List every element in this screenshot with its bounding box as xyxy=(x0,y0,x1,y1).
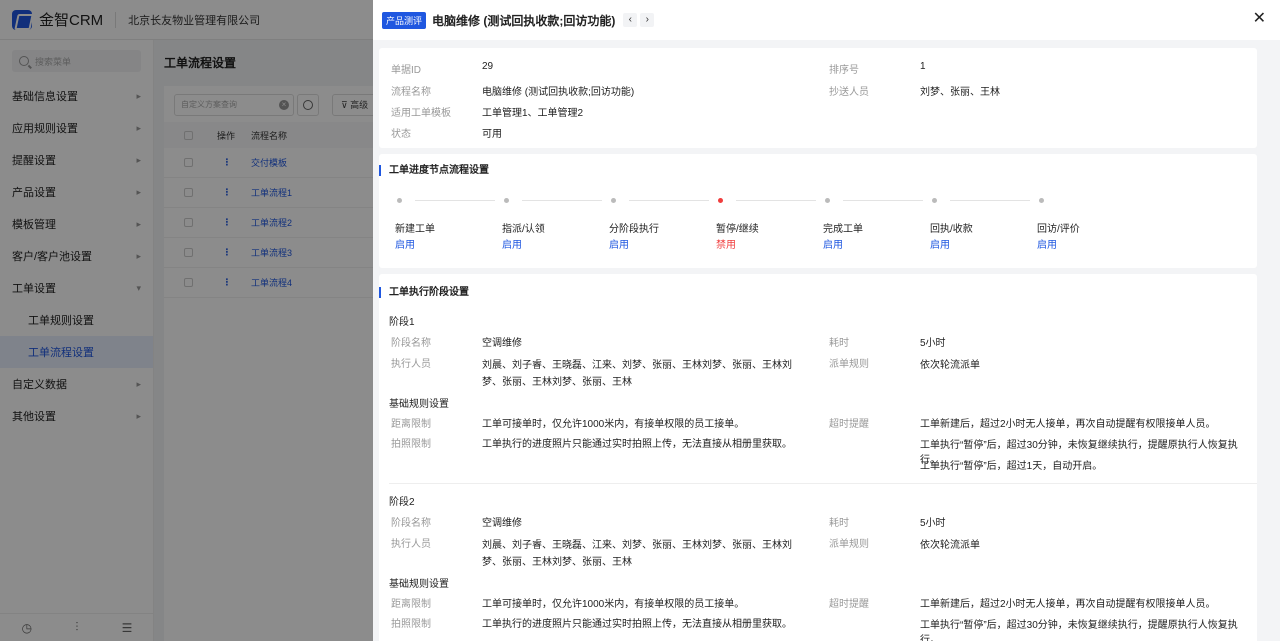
duration-label: 耗时 xyxy=(829,338,849,349)
category-tag: 产品测评 xyxy=(382,11,427,29)
step-status: 启用 xyxy=(930,240,950,251)
stage-name-value: 空调维修 xyxy=(482,518,522,529)
photo-label: 拍照限制 xyxy=(391,439,431,450)
pause-auto-value: 工单执行“暂停”后，超过1天，自动开启。 xyxy=(920,461,1103,472)
stage-title: 阶段1 xyxy=(389,317,415,328)
drawer-header: 产品测评 电脑维修 (测试回执收款;回访功能) ‹ › ✕ xyxy=(373,0,1280,40)
executors-value-line1: 刘晨、刘子睿、王晓磊、江来、刘梦、张丽、王林刘梦、张丽、王林刘 xyxy=(482,360,792,371)
progress-nodes-card: 工单进度节点流程设置 新建工单启用 指派/认领启用 分阶段执行启用 暂停/继续禁… xyxy=(379,154,1257,268)
step-name: 指派/认领 xyxy=(502,224,545,235)
template-value: 工单管理1、工单管理2 xyxy=(482,108,584,119)
step-connector xyxy=(736,200,816,201)
step-dot xyxy=(932,198,937,203)
status-value: 可用 xyxy=(482,129,502,140)
dispatch-value: 依次轮流派单 xyxy=(920,360,980,371)
executors-value-line2: 梦、张丽、王林刘梦、张丽、王林 xyxy=(482,557,632,568)
flow-detail-drawer: 产品测评 电脑维修 (测试回执收款;回访功能) ‹ › ✕ 单据ID 29 排序… xyxy=(373,0,1280,641)
step-dot-disabled xyxy=(718,198,723,203)
step-name: 回执/收款 xyxy=(930,224,973,235)
timeout-label: 超时提醒 xyxy=(829,599,869,610)
photo-value: 工单执行的进度照片只能通过实时拍照上传，无法直接从相册里获取。 xyxy=(482,619,792,630)
dispatch-label: 派单规则 xyxy=(829,359,869,370)
step-dot xyxy=(825,198,830,203)
cc-label: 抄送人员 xyxy=(829,87,869,98)
stage-title: 阶段2 xyxy=(389,497,415,508)
photo-label: 拍照限制 xyxy=(391,619,431,630)
timeout-value: 工单新建后，超过2小时无人接单，再次自动提醒有权限接单人员。 xyxy=(920,419,1216,430)
step-connector xyxy=(950,200,1030,201)
sort-label: 排序号 xyxy=(829,65,859,76)
cc-value: 刘梦、张丽、王林 xyxy=(920,87,1000,98)
template-label: 适用工单模板 xyxy=(391,108,451,119)
step-dot xyxy=(504,198,509,203)
timeout-label: 超时提醒 xyxy=(829,419,869,430)
basic-rules-heading: 基础规则设置 xyxy=(389,579,449,590)
id-label: 单据ID xyxy=(391,65,421,76)
timeout-value: 工单新建后，超过2小时无人接单，再次自动提醒有权限接单人员。 xyxy=(920,599,1216,610)
stage-name-label: 阶段名称 xyxy=(391,518,431,529)
basic-rules-heading: 基础规则设置 xyxy=(389,399,449,410)
duration-value: 5小时 xyxy=(920,518,946,529)
dispatch-value: 依次轮流派单 xyxy=(920,540,980,551)
step-name: 回访/评价 xyxy=(1037,224,1080,235)
section-title: 工单执行阶段设置 xyxy=(379,287,469,298)
step-name: 分阶段执行 xyxy=(609,224,659,235)
distance-label: 距离限制 xyxy=(391,419,431,430)
step-status: 启用 xyxy=(395,240,415,251)
step-dot xyxy=(397,198,402,203)
executors-label: 执行人员 xyxy=(391,539,431,550)
pause-remind-value: 工单执行“暂停”后，超过30分钟，未恢复继续执行，提醒原执行人恢复执行。 xyxy=(920,620,1238,641)
close-icon[interactable]: ✕ xyxy=(1253,11,1266,27)
id-value: 29 xyxy=(482,61,494,72)
step-name: 暂停/继续 xyxy=(716,224,759,235)
distance-label: 距离限制 xyxy=(391,599,431,610)
next-record-button[interactable]: › xyxy=(640,13,655,27)
step-connector xyxy=(629,200,709,201)
duration-label: 耗时 xyxy=(829,518,849,529)
stage-name-label: 阶段名称 xyxy=(391,338,431,349)
section-title: 工单进度节点流程设置 xyxy=(379,165,489,176)
drawer-title: 电脑维修 (测试回执收款;回访功能) xyxy=(432,13,616,28)
prev-record-button[interactable]: ‹ xyxy=(623,13,638,27)
step-name: 新建工单 xyxy=(395,224,435,235)
flow-name-value: 电脑维修 (测试回执收款;回访功能) xyxy=(482,87,635,98)
step-connector xyxy=(843,200,923,201)
step-name: 完成工单 xyxy=(823,224,863,235)
executors-value-line2: 梦、张丽、王林刘梦、张丽、王林 xyxy=(482,377,632,388)
step-status: 启用 xyxy=(823,240,843,251)
distance-value: 工单可接单时，仅允许1000米内，有接单权限的员工接单。 xyxy=(482,419,745,430)
sort-value: 1 xyxy=(920,61,926,72)
stage-divider xyxy=(389,483,1257,484)
photo-value: 工单执行的进度照片只能通过实时拍照上传，无法直接从相册里获取。 xyxy=(482,439,792,450)
step-connector xyxy=(415,200,495,201)
step-connector xyxy=(522,200,602,201)
distance-value: 工单可接单时，仅允许1000米内，有接单权限的员工接单。 xyxy=(482,599,745,610)
flow-name-label: 流程名称 xyxy=(391,87,431,98)
step-dot xyxy=(611,198,616,203)
executors-label: 执行人员 xyxy=(391,359,431,370)
basic-info-card: 单据ID 29 排序号 1 流程名称 电脑维修 (测试回执收款;回访功能) 抄送… xyxy=(379,48,1257,148)
executors-value-line1: 刘晨、刘子睿、王晓磊、江来、刘梦、张丽、王林刘梦、张丽、王林刘 xyxy=(482,540,792,551)
stage-name-value: 空调维修 xyxy=(482,338,522,349)
step-status: 启用 xyxy=(1037,240,1057,251)
step-dot xyxy=(1039,198,1044,203)
execution-stages-card: 工单执行阶段设置 阶段1 阶段名称 空调维修 耗时 5小时 执行人员 刘晨、刘子… xyxy=(379,274,1257,641)
step-status: 禁用 xyxy=(716,240,736,251)
duration-value: 5小时 xyxy=(920,338,946,349)
status-label: 状态 xyxy=(391,129,411,140)
step-status: 启用 xyxy=(502,240,522,251)
dispatch-label: 派单规则 xyxy=(829,539,869,550)
step-status: 启用 xyxy=(609,240,629,251)
